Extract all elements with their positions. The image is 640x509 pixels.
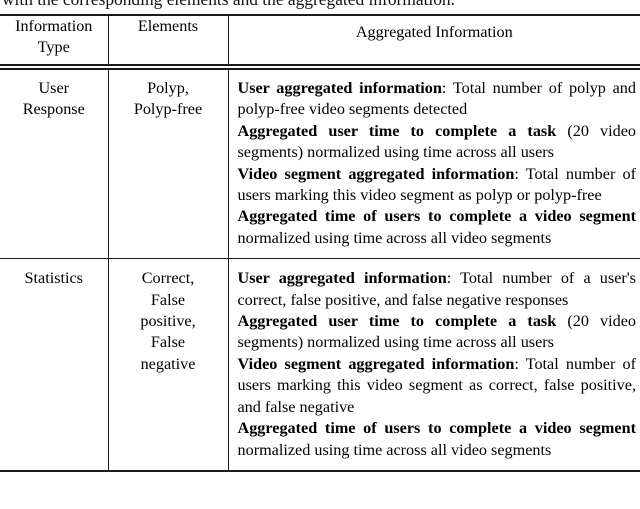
cell-text-line: Response	[22, 100, 85, 119]
cell-text-line: False	[150, 290, 186, 309]
aggregated-info-lead: Video segment aggregated information	[237, 354, 515, 373]
column-header-aggregated-information: Aggregated Information	[227, 16, 640, 64]
table-caption-clipped: with the corresponding elements and the …	[0, 0, 640, 14]
cell-text-line: Polyp,	[147, 79, 189, 97]
table-row: User Response Polyp, Polyp-free User agg…	[0, 69, 640, 259]
column-header-aggregated-information-line1: Aggregated Information	[355, 23, 513, 41]
aggregated-info-lead: Aggregated time of users to complete a v…	[237, 419, 637, 438]
cell-information-type-user-response: User Response	[0, 69, 108, 258]
cell-text-line: Correct,	[141, 269, 195, 288]
table-header-row: Information Type Elements Aggregated Inf…	[0, 16, 640, 64]
aggregated-info-paragraph: Aggregated user time to complete a task …	[238, 311, 637, 354]
table-mid-rule	[0, 258, 640, 260]
cell-text-line: positive,	[140, 312, 196, 331]
aggregated-info-paragraph: Aggregated time of users to complete a v…	[238, 206, 637, 249]
column-header-elements-line1: Elements	[137, 17, 199, 35]
aggregated-info-paragraph: Video segment aggregated information: To…	[238, 354, 637, 418]
aggregated-info-rest: normalized using time across all video s…	[237, 440, 552, 459]
cell-information-type-statistics: Statistics	[0, 259, 108, 470]
column-header-aggregated-information-spacer	[229, 43, 640, 64]
column-header-information-type: Information Type	[0, 16, 108, 64]
column-header-elements-spacer	[109, 37, 228, 58]
cell-text-line: Statistics	[24, 269, 83, 288]
aggregated-information-table-wrapper: Information Type Elements Aggregated Inf…	[0, 14, 640, 472]
cell-elements-statistics: Correct, False positive, False negative	[107, 259, 228, 470]
aggregated-info-lead: Aggregated user time to complete a task	[237, 121, 557, 140]
aggregated-info-lead: Video segment aggregated information	[237, 164, 515, 183]
aggregated-info-paragraph: Aggregated user time to complete a task …	[238, 121, 637, 164]
aggregated-info-paragraph: User aggregated information: Total numbe…	[238, 78, 637, 121]
aggregated-info-rest: normalized using time across all video s…	[237, 228, 552, 247]
table-row: Statistics Correct, False positive, Fals…	[0, 259, 640, 470]
table-row-statistics: Statistics Correct, False positive, Fals…	[0, 259, 640, 470]
aggregated-info-paragraph: User aggregated information: Total numbe…	[238, 268, 637, 311]
table-header-double-rule	[0, 64, 640, 70]
aggregated-info-paragraph: Video segment aggregated information: To…	[238, 164, 637, 207]
table-row-user-response: User Response Polyp, Polyp-free User agg…	[0, 69, 640, 259]
aggregated-info-lead: Aggregated time of users to complete a v…	[237, 207, 637, 226]
caption-text: with the corresponding elements and the …	[2, 0, 638, 10]
cell-text-line: Polyp-free	[133, 100, 203, 119]
aggregated-info-lead: User aggregated information	[237, 269, 447, 288]
column-header-information-type-line1: Information	[15, 17, 93, 35]
cell-aggregated-information-user-response: User aggregated information: Total numbe…	[227, 69, 640, 259]
cell-elements-user-response: Polyp, Polyp-free	[107, 69, 228, 259]
cell-text-line: False	[150, 333, 186, 352]
table-bottom-rule	[0, 469, 640, 472]
cell-text-line: negative	[140, 354, 196, 373]
table-header: Information Type Elements Aggregated Inf…	[0, 16, 640, 64]
column-header-information-type-line2: Type	[37, 38, 70, 56]
cell-aggregated-information-statistics: User aggregated information: Total numbe…	[227, 259, 640, 470]
column-header-elements: Elements	[107, 16, 228, 64]
aggregated-info-lead: Aggregated user time to complete a task	[237, 312, 557, 331]
aggregated-info-lead: User aggregated information	[237, 79, 442, 97]
aggregated-info-paragraph: Aggregated time of users to complete a v…	[238, 418, 637, 461]
cell-text-line: User	[38, 79, 70, 97]
